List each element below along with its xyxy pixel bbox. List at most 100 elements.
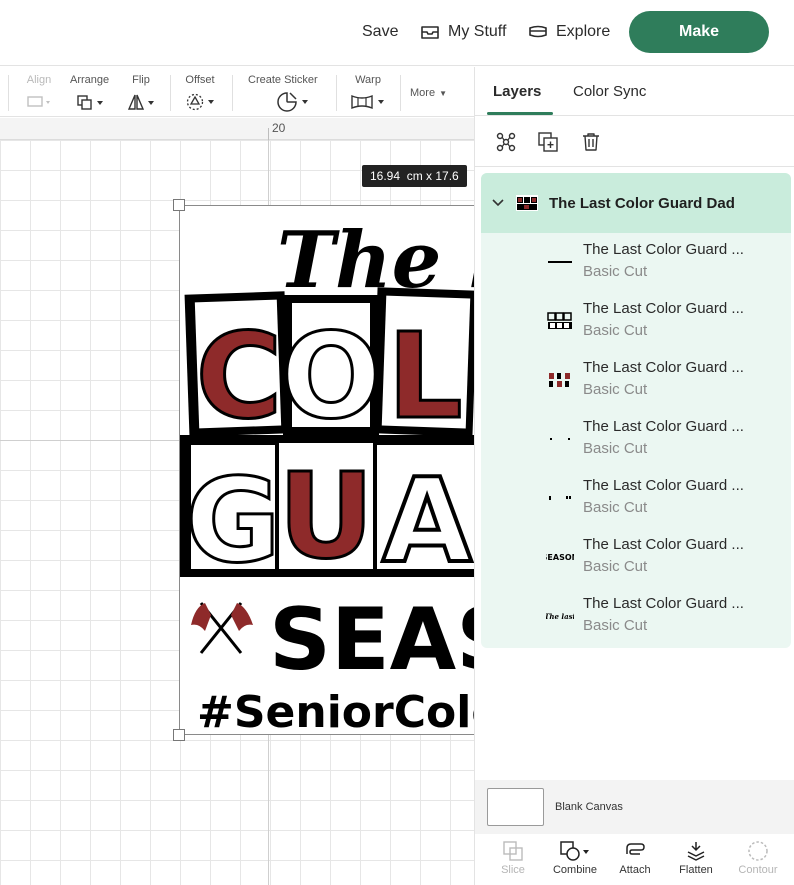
my-stuff-label: My Stuff <box>448 23 507 40</box>
layer-name: The Last Color Guard ... <box>583 477 744 494</box>
layer-operation: Basic Cut <box>583 381 648 398</box>
dots-icon <box>550 438 570 440</box>
blank-canvas-label: Blank Canvas <box>555 801 623 813</box>
offset-icon <box>186 93 214 111</box>
active-tab-indicator <box>487 112 553 115</box>
guard-row: G U A <box>179 435 474 591</box>
ruler-number: 20 <box>272 121 286 135</box>
align-tool[interactable]: Align <box>26 73 52 113</box>
resize-handle-top-left[interactable] <box>173 199 185 211</box>
tab-layers[interactable]: Layers <box>493 83 541 100</box>
design-canvas[interactable]: 20 The la C O L G U A <box>0 118 474 885</box>
group-button[interactable] <box>493 130 519 154</box>
toolbar-divider <box>336 75 337 111</box>
layer-operation: Basic Cut <box>583 617 648 634</box>
tab-color-sync[interactable]: Color Sync <box>573 83 646 100</box>
attach-icon <box>626 843 645 855</box>
delete-button[interactable] <box>578 130 604 154</box>
group-header[interactable]: The Last Color Guard Dad <box>481 173 791 233</box>
inbox-icon <box>421 26 439 39</box>
layer-operation: Basic Cut <box>583 440 648 457</box>
svg-text:A: A <box>382 454 472 589</box>
caret-down-icon: ▼ <box>439 89 447 98</box>
flatten-icon <box>687 842 705 861</box>
blank-canvas-row[interactable]: Blank Canvas <box>475 780 794 834</box>
create-sticker-tool[interactable]: Create Sticker <box>248 73 318 113</box>
dimension-badge: 16.94 cm x 17.6 <box>362 165 467 187</box>
layer-tools <box>475 117 794 167</box>
hashtag-text: #SeniorColorG <box>197 687 474 735</box>
panel-tabs: Layers Color Sync <box>475 67 794 116</box>
offset-label: Offset <box>185 74 215 86</box>
flatten-button[interactable]: Flatten <box>666 838 726 876</box>
create-sticker-label: Create Sticker <box>248 74 318 86</box>
explore-button[interactable]: Explore <box>528 20 610 44</box>
season-text: SEAS <box>269 590 474 690</box>
warp-tool[interactable]: Warp <box>350 73 386 113</box>
layer-name: The Last Color Guard ... <box>583 595 744 612</box>
warp-label: Warp <box>355 74 381 86</box>
boxes-icon <box>547 312 572 329</box>
slice-label: Slice <box>501 864 525 876</box>
chevron-down-icon[interactable] <box>492 199 504 207</box>
layer-operation: Basic Cut <box>583 263 648 280</box>
make-button[interactable]: Make <box>629 11 769 53</box>
my-stuff-button[interactable]: My Stuff <box>420 20 506 44</box>
layer-item[interactable]: The last The Last Color Guard ... Basic … <box>481 587 791 646</box>
blank-canvas-swatch[interactable] <box>487 788 544 826</box>
resize-handle-bottom-left[interactable] <box>173 729 185 741</box>
slice-icon <box>503 841 523 861</box>
save-button[interactable]: Save <box>362 20 398 44</box>
layer-operation: Basic Cut <box>583 322 648 339</box>
arrange-label: Arrange <box>70 74 110 86</box>
layer-item[interactable]: The Last Color Guard ... Basic Cut <box>481 233 791 292</box>
sticker-icon <box>277 92 308 112</box>
layer-item[interactable]: The Last Color Guard ... Basic Cut <box>481 292 791 351</box>
offset-tool[interactable]: Offset <box>184 73 216 113</box>
align-icon <box>27 96 50 107</box>
layer-group: The Last Color Guard Dad The Last Color … <box>481 173 791 648</box>
contour-button[interactable]: Contour <box>728 838 788 876</box>
ruler-tick <box>268 128 269 140</box>
combine-icon <box>560 841 589 861</box>
combine-button[interactable]: Combine <box>545 838 605 876</box>
more-label: More <box>410 87 436 99</box>
toolbar-divider <box>400 75 401 111</box>
group-title: The Last Color Guard Dad <box>549 194 735 212</box>
line-icon <box>548 261 572 263</box>
save-label: Save <box>362 23 399 40</box>
layer-name: The Last Color Guard ... <box>583 536 744 553</box>
explore-label: Explore <box>556 23 611 40</box>
contour-label: Contour <box>738 864 778 876</box>
toolbar-divider <box>8 75 9 111</box>
arrange-tool[interactable]: Arrange <box>70 73 109 113</box>
warp-icon <box>351 94 384 110</box>
color-row: C O L <box>184 287 474 447</box>
layer-item[interactable]: The Last Color Guard ... Basic Cut <box>481 469 791 528</box>
layer-operation: Basic Cut <box>583 558 648 575</box>
svg-text:L: L <box>387 307 462 445</box>
svg-text:U: U <box>278 447 374 585</box>
explore-icon <box>529 25 547 38</box>
slice-button[interactable]: Slice <box>483 838 543 876</box>
bottom-toolbar: Slice Combine Attach Flatten Contour <box>475 834 794 885</box>
layer-item[interactable]: The Last Color Guard ... Basic Cut <box>481 410 791 469</box>
marks-icon <box>549 496 571 500</box>
design-artwork[interactable]: The la C O L G U A <box>179 205 474 735</box>
group-icon <box>496 132 516 152</box>
combine-label: Combine <box>552 864 598 876</box>
svg-text:G: G <box>185 454 280 589</box>
layer-item[interactable]: SEASON The Last Color Guard ... Basic Cu… <box>481 528 791 587</box>
toolbar-divider <box>232 75 233 111</box>
layer-item[interactable]: The Last Color Guard ... Basic Cut <box>481 351 791 410</box>
attach-label: Attach <box>619 864 651 876</box>
make-label: Make <box>678 23 720 40</box>
contour-icon <box>748 841 768 861</box>
duplicate-button[interactable] <box>535 130 561 154</box>
flip-tool[interactable]: Flip <box>126 73 156 113</box>
arrange-icon <box>76 95 103 110</box>
flip-icon <box>127 94 154 110</box>
attach-button[interactable]: Attach <box>605 838 665 876</box>
align-label: Align <box>26 74 52 86</box>
more-tool[interactable]: More ▼ <box>410 86 447 100</box>
